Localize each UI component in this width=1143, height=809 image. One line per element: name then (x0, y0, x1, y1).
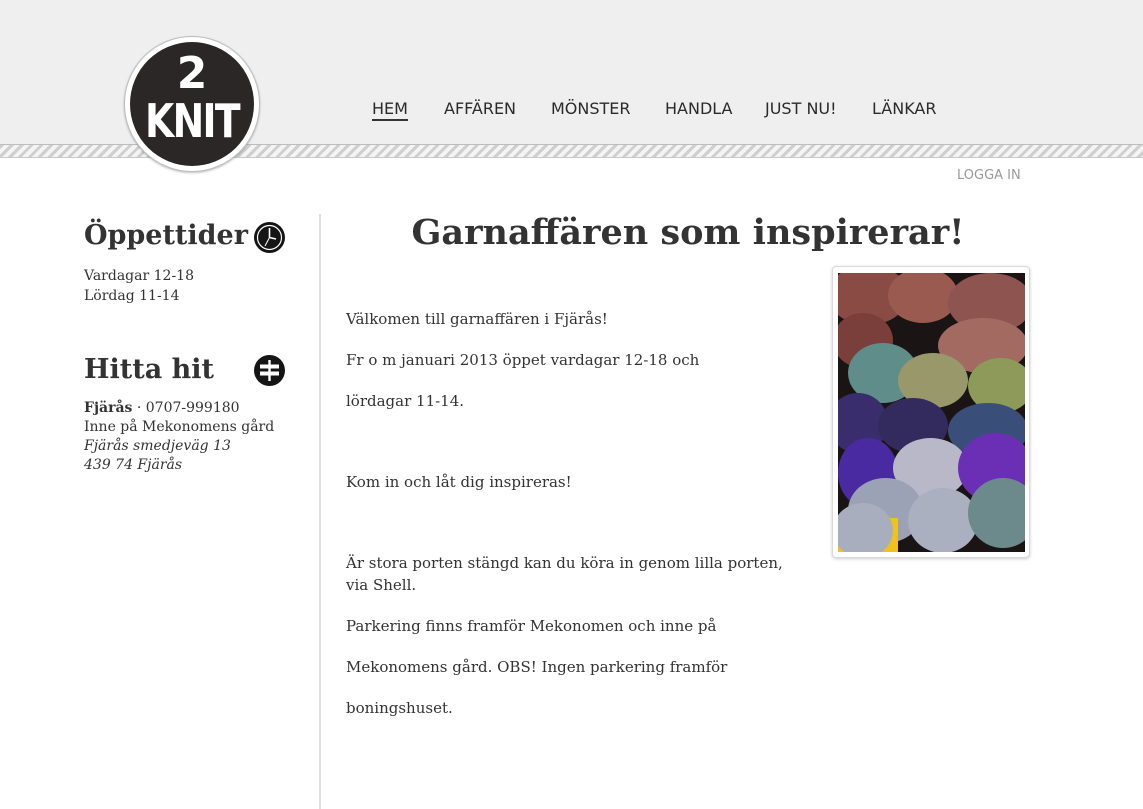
logo-number: 2 (176, 48, 208, 99)
nav-item-lankar[interactable]: LÄNKAR (872, 99, 936, 118)
yarn-photo (838, 273, 1025, 552)
logo[interactable]: 2 KNIT (124, 36, 260, 172)
nav-item-handla[interactable]: HANDLA (665, 99, 733, 118)
parking-paragraph-end: boningshuset. (346, 699, 453, 717)
logo-word: KNIT (144, 94, 241, 148)
nav-item-affaren[interactable]: AFFÄREN (444, 99, 516, 118)
logo-badge: 2 KNIT (130, 42, 254, 166)
page-title: Garnaffären som inspirerar! (411, 212, 965, 253)
hours-saturday: Lördag 11-14 (84, 288, 180, 304)
nav-item-just-nu[interactable]: JUST NU! (765, 99, 837, 118)
inspire-paragraph: Kom in och låt dig inspireras! (346, 473, 572, 491)
nav-item-monster[interactable]: MÖNSTER (551, 99, 631, 118)
opening-paragraph: Fr o m januari 2013 öppet vardagar 12-18… (346, 351, 700, 369)
hours-weekday: Vardagar 12-18 (84, 268, 194, 284)
directions-town: Fjärås (84, 400, 133, 416)
welcome-paragraph: Välkomen till garnaffären i Fjärås! (346, 310, 608, 328)
directions-postal: 439 74 Fjärås (84, 457, 183, 473)
parking-paragraph: Parkering finns framför Mekonomen och in… (346, 617, 717, 635)
signpost-icon (254, 355, 285, 386)
directions-street: Fjärås smedjeväg 13 (84, 438, 231, 454)
column-divider (319, 214, 321, 809)
nav-item-hem[interactable]: HEM (372, 99, 408, 121)
clock-icon (254, 222, 285, 253)
directions-phone: · 0707-999180 (132, 400, 240, 416)
login-link[interactable]: LOGGA IN (957, 168, 1021, 183)
directions-town-line: Fjärås · 0707-999180 (84, 399, 240, 418)
photo-frame (832, 266, 1030, 558)
directions-heading: Hitta hit (84, 354, 214, 385)
parking-paragraph-cont: Mekonomens gård. OBS! Ingen parkering fr… (346, 658, 728, 676)
gate-paragraph: Är stora porten stängd kan du köra in ge… (346, 554, 783, 594)
directions-location: Inne på Mekonomens gård (84, 419, 275, 435)
opening-paragraph-cont: lördagar 11-14. (346, 392, 465, 410)
hours-heading: Öppettider (84, 220, 248, 251)
